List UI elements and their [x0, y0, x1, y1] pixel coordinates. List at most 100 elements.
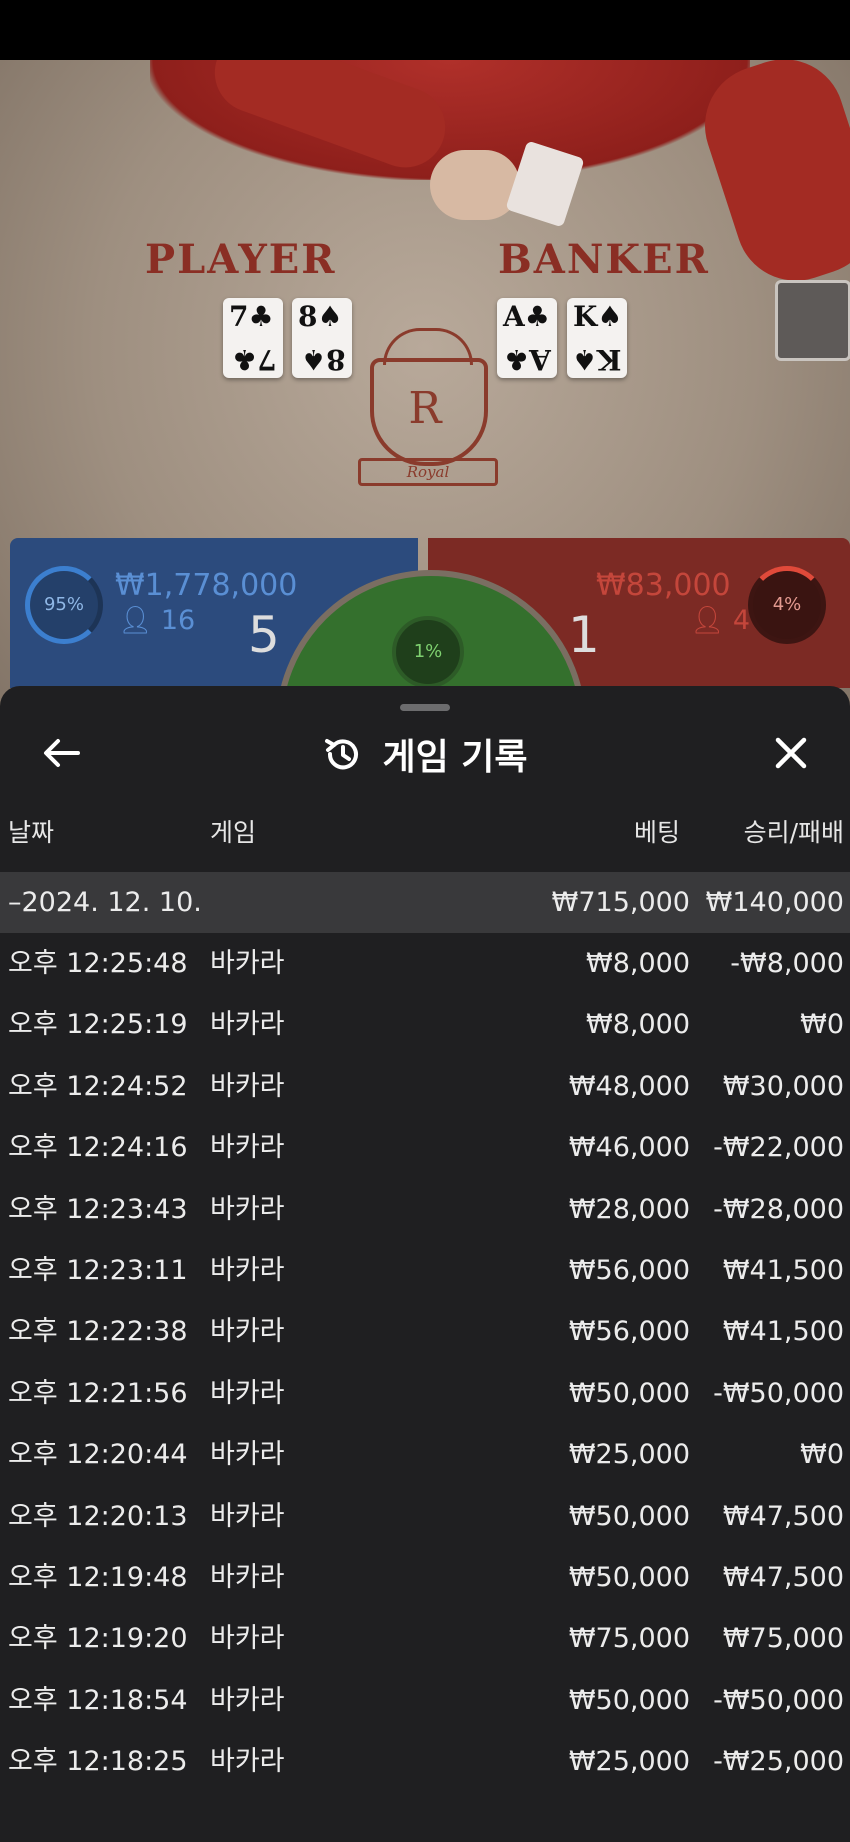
- history-row[interactable]: 오후 12:24:16 바카라 ₩46,000 -₩22,000: [0, 1117, 850, 1178]
- tie-percent-ring: 1%: [392, 616, 464, 688]
- row-time: 오후 12:20:44: [8, 1439, 188, 1471]
- banker-bet-amount: ₩83,000: [596, 568, 731, 603]
- user-icon: 👤︎: [118, 605, 153, 636]
- row-result: ₩41,500: [722, 1255, 844, 1286]
- status-bar: [0, 0, 850, 60]
- row-time: 오후 12:23:11: [8, 1255, 188, 1286]
- card-suit: ♠: [597, 300, 623, 333]
- row-time: 오후 12:25:48: [8, 948, 188, 979]
- banker-card-2: K♠ K♠: [567, 298, 627, 378]
- row-game: 바카라: [210, 1255, 285, 1286]
- card-suit: ♣: [504, 343, 530, 376]
- sheet-title: 게임 기록: [382, 737, 528, 778]
- banker-card-1: A♣ A♣: [497, 298, 557, 378]
- row-game: 바카라: [210, 1377, 285, 1409]
- card-suit: ♠: [571, 343, 597, 376]
- row-game: 바카라: [210, 1562, 285, 1593]
- row-bet: ₩50,000: [568, 1562, 690, 1593]
- col-game: 게임: [210, 818, 257, 847]
- row-bet: ₩28,000: [568, 1193, 690, 1225]
- list-fade: [0, 1776, 850, 1842]
- history-row[interactable]: 오후 12:20:13 바카라 ₩50,000 ₩47,500: [0, 1486, 850, 1547]
- row-bet: ₩50,000: [568, 1684, 690, 1716]
- card-rank: 7: [257, 343, 277, 376]
- history-row[interactable]: 오후 12:19:20 바카라 ₩75,000 ₩75,000: [0, 1608, 850, 1669]
- row-time: 오후 12:20:13: [8, 1500, 188, 1532]
- row-bet: ₩46,000: [568, 1132, 690, 1164]
- player-bet-amount: ₩1,778,000: [115, 568, 298, 603]
- row-bet: ₩48,000: [568, 1070, 690, 1102]
- card-suit: ♠: [317, 300, 343, 333]
- row-game: 바카라: [210, 1500, 285, 1532]
- table-header: 날짜 게임 베팅 승리/패배: [0, 808, 850, 858]
- card-suit: ♠: [301, 343, 327, 376]
- row-bet: ₩56,000: [568, 1316, 690, 1348]
- card-rank: 8: [298, 300, 318, 333]
- history-row[interactable]: 오후 12:24:52 바카라 ₩48,000 ₩30,000: [0, 1056, 850, 1117]
- card-rank: 7: [229, 300, 249, 333]
- dealer-hand: [430, 150, 520, 220]
- row-result: ₩47,500: [722, 1500, 844, 1532]
- sheet-header: 게임 기록: [0, 726, 850, 782]
- history-row[interactable]: 오후 12:19:48 바카라 ₩50,000 ₩47,500: [0, 1547, 850, 1608]
- card-rank: K: [573, 300, 598, 333]
- card-suit: ♣: [248, 300, 274, 333]
- player-count-value: 16: [160, 605, 196, 636]
- close-button[interactable]: [766, 728, 816, 778]
- logo-ribbon: Royal: [358, 458, 498, 486]
- card-suit: ♣: [232, 343, 258, 376]
- row-time: 오후 12:24:16: [8, 1132, 188, 1164]
- card-rank: A: [503, 300, 525, 333]
- row-result: -₩8,000: [730, 948, 844, 979]
- date-group-row[interactable]: –2024. 12. 10. ₩715,000 ₩140,000: [0, 872, 850, 933]
- row-bet: ₩8,000: [586, 948, 690, 979]
- row-bet: ₩56,000: [568, 1255, 690, 1286]
- card-suit: ♣: [524, 300, 550, 333]
- banker-bettor-count: 👤︎ 4: [690, 604, 750, 636]
- row-bet: ₩25,000: [568, 1439, 690, 1471]
- row-result: -₩28,000: [713, 1193, 844, 1225]
- user-icon: 👤︎: [690, 605, 725, 636]
- row-result: ₩47,500: [722, 1562, 844, 1593]
- row-time: 오후 12:19:20: [8, 1623, 188, 1655]
- date-group-bet: ₩715,000: [551, 887, 690, 918]
- row-result: -₩22,000: [713, 1132, 844, 1164]
- history-row[interactable]: 오후 12:23:43 바카라 ₩28,000 -₩28,000: [0, 1179, 850, 1240]
- history-row[interactable]: 오후 12:25:19 바카라 ₩8,000 ₩0: [0, 994, 850, 1055]
- player-percent-ring: 95%: [25, 566, 103, 644]
- banker-score: 1: [568, 606, 600, 664]
- row-result: ₩41,500: [722, 1316, 844, 1348]
- row-bet: ₩8,000: [586, 1009, 690, 1041]
- player-card-1: 7♣ 7♣: [223, 298, 283, 378]
- row-game: 바카라: [210, 1009, 285, 1041]
- logo-letter: R: [408, 383, 442, 434]
- row-result: ₩0: [800, 1439, 844, 1471]
- row-time: 오후 12:22:38: [8, 1316, 188, 1348]
- row-bet: ₩50,000: [568, 1377, 690, 1409]
- banker-percent-ring: 4%: [748, 566, 826, 644]
- row-game: 바카라: [210, 1439, 285, 1471]
- row-game: 바카라: [210, 1684, 285, 1716]
- date-group-result: ₩140,000: [705, 887, 844, 918]
- history-row[interactable]: 오후 12:21:56 바카라 ₩50,000 -₩50,000: [0, 1363, 850, 1424]
- row-result: ₩75,000: [722, 1623, 844, 1655]
- row-time: 오후 12:23:43: [8, 1193, 188, 1225]
- history-row[interactable]: 오후 12:23:11 바카라 ₩56,000 ₩41,500: [0, 1240, 850, 1301]
- history-row[interactable]: 오후 12:20:44 바카라 ₩25,000 ₩0: [0, 1424, 850, 1485]
- row-result: -₩50,000: [713, 1377, 844, 1409]
- row-result: ₩0: [800, 1009, 844, 1041]
- row-game: 바카라: [210, 1132, 285, 1164]
- player-score: 5: [248, 606, 280, 664]
- col-date: 날짜: [8, 818, 55, 847]
- card-shoe: [775, 280, 850, 361]
- row-game: 바카라: [210, 1193, 285, 1225]
- row-time: 오후 12:25:19: [8, 1009, 188, 1041]
- game-history-sheet: 게임 기록 날짜 게임 베팅 승리/패배 –2024. 12. 10. ₩715…: [0, 686, 850, 1842]
- history-row[interactable]: 오후 12:18:54 바카라 ₩50,000 -₩50,000: [0, 1670, 850, 1731]
- sheet-drag-handle[interactable]: [400, 704, 450, 711]
- history-row[interactable]: 오후 12:22:38 바카라 ₩56,000 ₩41,500: [0, 1301, 850, 1362]
- row-time: 오후 12:24:52: [8, 1070, 188, 1102]
- col-bet: 베팅: [633, 818, 680, 847]
- player-bettor-count: 👤︎ 16: [118, 604, 195, 636]
- history-row[interactable]: 오후 12:25:48 바카라 ₩8,000 -₩8,000: [0, 933, 850, 994]
